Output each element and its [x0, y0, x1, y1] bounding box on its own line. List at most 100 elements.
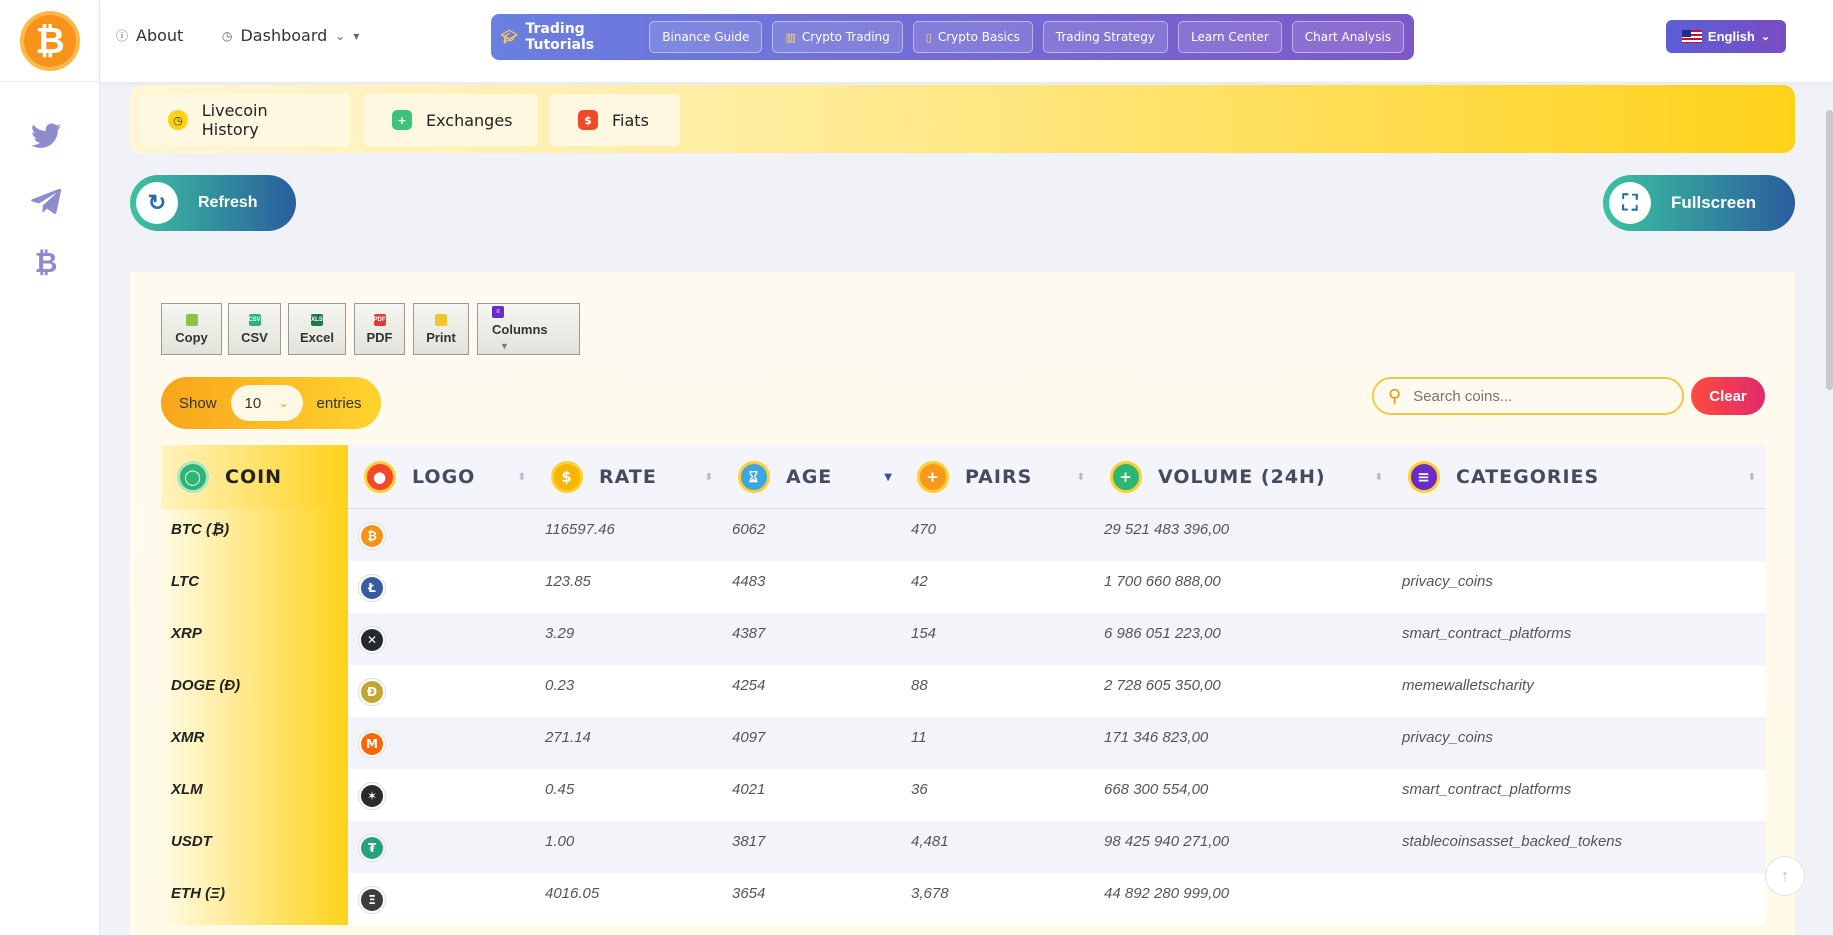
tutorial-crypto-basics[interactable]: ▯ Crypto Basics [912, 21, 1033, 53]
sort-icon: ⬍ [1374, 471, 1384, 483]
volume-cell: 1 700 660 888,00 [1104, 573, 1221, 590]
csv-icon: CSV [248, 313, 261, 326]
tutorial-trading-strategy[interactable]: Trading Strategy [1042, 21, 1169, 53]
scroll-top-button[interactable]: ↑ [1765, 856, 1805, 896]
age-cell: 4483 [732, 573, 766, 590]
rate-cell: 116597.46 [545, 521, 615, 538]
excel-icon: XLS [311, 313, 323, 326]
table-row[interactable]: XRP ✕ 3.29 4387 154 6 986 051 223,00 smart_con… [161, 613, 1765, 665]
header-label: PAIRS [965, 466, 1033, 488]
column-logo[interactable]: ● LOGO ⬍ [348, 445, 535, 509]
refresh-button[interactable]: ↻ Refresh [130, 175, 296, 231]
pdf-icon: PDF [373, 313, 386, 326]
table-row[interactable]: LTC Ł 123.85 4483 42 1 700 660 888,00 privacy_… [161, 561, 1765, 613]
coin-cell: BTC (₿) [161, 509, 348, 561]
telegram-icon[interactable] [26, 182, 66, 222]
logo-cell: M [348, 717, 535, 769]
bitcoin-icon[interactable]: ₿ [26, 242, 66, 282]
site-logo[interactable]: ₿ [0, 0, 100, 82]
coin-logo-icon: ✕ [358, 626, 386, 654]
csv-button[interactable]: CSV CSV [228, 303, 281, 355]
tab-fiats[interactable]: $ Fiats [550, 94, 680, 146]
tutorial-label: Learn Center [1191, 30, 1269, 44]
tutorials-title[interactable]: 🎓︎ Trading Tutorials [501, 21, 635, 53]
entries-length: Show 10 ⌄ entries [161, 377, 381, 429]
volume-cell: 44 892 280 999,00 [1104, 885, 1230, 902]
column-pairs[interactable]: + PAIRS ⬍ [901, 445, 1094, 509]
table-row[interactable]: USDT ₮ 1.00 3817 4,481 98 425 940 271,00 stabl… [161, 821, 1765, 873]
search-input[interactable] [1413, 387, 1654, 405]
coin-logo-icon: Ł [358, 574, 386, 602]
coin-logo-icon: Ð [358, 678, 386, 706]
volume-cell: 98 425 940 271,00 [1104, 833, 1230, 850]
column-coin[interactable]: ◯ COIN [161, 445, 348, 509]
tutorial-crypto-trading[interactable]: ▥ Crypto Trading [772, 21, 903, 53]
header-label: CATEGORIES [1456, 466, 1600, 488]
logo-cell: Ł [348, 561, 535, 613]
twitter-icon[interactable] [26, 116, 66, 156]
caret-down-icon: ▾ [353, 28, 360, 43]
table-header: ◯ COIN ● LOGO ⬍ $ RATE ⬍ ⌛︎ AGE ▼ + PAIR… [161, 445, 1765, 509]
clear-button[interactable]: Clear [1691, 377, 1765, 415]
language-selector[interactable]: English ⌄ [1666, 20, 1786, 53]
table-row[interactable]: XLM ✶ 0.45 4021 36 668 300 554,00 smart_contra… [161, 769, 1765, 821]
pairs-cell: 470 [911, 521, 937, 538]
tutorial-chart-analysis[interactable]: Chart Analysis [1291, 21, 1404, 53]
tab-livecoin-history[interactable]: ◷ Livecoin History [140, 94, 350, 146]
scrollbar[interactable] [1826, 110, 1833, 390]
plus-icon: + [1110, 461, 1142, 493]
tutorial-label: Binance Guide [662, 30, 750, 44]
columns-button[interactable]: ≡ Columns ▼ [477, 303, 580, 355]
categories-cell: privacy_coins [1402, 573, 1493, 590]
coin-logo-glyph: Ð [361, 681, 383, 703]
logo-cell: ✕ [348, 613, 535, 665]
coin-logo-icon: Ξ [358, 886, 386, 914]
table-row[interactable]: ETH (Ξ) Ξ 4016.05 3654 3,678 44 892 280 999,0… [161, 873, 1765, 925]
table-row[interactable]: DOGE (Ð) Ð 0.23 4254 88 2 728 605 350,00 memew… [161, 665, 1765, 717]
header-label: RATE [599, 466, 657, 488]
volume-cell: 6 986 051 223,00 [1104, 625, 1221, 642]
tab-label: Exchanges [426, 110, 513, 130]
copy-label: Copy [175, 329, 208, 345]
table-row[interactable]: XMR M 271.14 4097 11 171 346 823,00 privacy_co… [161, 717, 1765, 769]
nav-about[interactable]: ⓘ About [116, 26, 183, 45]
hourglass-icon: ⌛︎ [738, 461, 770, 493]
sidebar: ₿ ₿ [0, 0, 100, 935]
building-icon: ▥ [785, 30, 796, 44]
entries-select[interactable]: 10 ⌄ [230, 385, 303, 421]
tutorial-label: Crypto Trading [801, 30, 890, 44]
column-rate[interactable]: $ RATE ⬍ [535, 445, 722, 509]
coin-logo-glyph: ₿ [361, 525, 383, 547]
circle-icon: ◯ [177, 461, 209, 493]
pairs-cell: 154 [911, 625, 937, 642]
age-cell: 4387 [732, 625, 766, 642]
nav-dashboard[interactable]: ◷ Dashboard ⌄ ▾ [222, 26, 359, 45]
rate-cell: 4016.05 [545, 885, 600, 902]
logo-cell: ₮ [348, 821, 535, 873]
tutorial-learn-center[interactable]: Learn Center [1178, 21, 1282, 53]
excel-button[interactable]: XLS Excel [288, 303, 346, 355]
coin-logo-icon: M [358, 730, 386, 758]
table-row[interactable]: BTC (₿) ₿ 116597.46 6062 470 29 521 483 396,0… [161, 509, 1765, 561]
pdf-button[interactable]: PDF PDF [354, 303, 405, 355]
coin-logo-icon: ₿ [358, 522, 386, 550]
columns-label-row: Columns ▼ [492, 322, 567, 352]
column-volume[interactable]: + VOLUME (24H) ⬍ [1094, 445, 1392, 509]
columns-icon: ≡ [492, 306, 504, 318]
coin-logo-icon: ✶ [358, 782, 386, 810]
categories-cell: smart_contract_platforms [1402, 625, 1572, 642]
column-categories[interactable]: ≡ CATEGORIES ⬍ [1392, 445, 1765, 509]
print-button[interactable]: Print [413, 303, 469, 355]
tab-exchanges[interactable]: + Exchanges [364, 94, 538, 146]
fullscreen-button[interactable]: ⛶ Fullscreen [1603, 175, 1795, 231]
coins-table: ◯ COIN ● LOGO ⬍ $ RATE ⬍ ⌛︎ AGE ▼ + PAIR… [161, 445, 1765, 925]
coin-cell: ETH (Ξ) [161, 873, 348, 925]
column-age[interactable]: ⌛︎ AGE ▼ [722, 445, 901, 509]
pairs-cell: 11 [911, 729, 927, 746]
pairs-cell: 42 [911, 573, 928, 590]
tutorial-binance-guide[interactable]: Binance Guide [649, 21, 763, 53]
caret-down-icon: ▼ [500, 341, 509, 351]
rate-cell: 3.29 [545, 625, 575, 642]
copy-button[interactable]: Copy [161, 303, 222, 355]
tutorial-label: Trading Strategy [1055, 30, 1156, 44]
